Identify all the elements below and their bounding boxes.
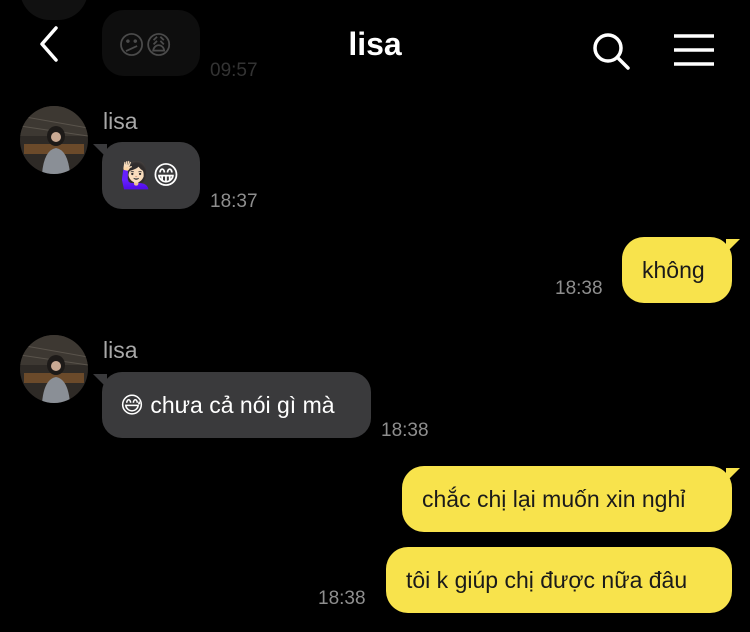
message-time: 18:37	[210, 191, 258, 212]
outgoing-message-bubble[interactable]: chắc chị lại muốn xin nghỉ	[402, 466, 740, 532]
message-text: 🙋🏻‍♀️😁	[120, 160, 180, 190]
sender-name: lisa	[103, 108, 138, 134]
hamburger-menu-icon[interactable]	[672, 32, 716, 68]
chat-title: lisa	[348, 26, 402, 62]
message-text: chắc chị lại muốn xin nghỉ	[422, 485, 686, 512]
incoming-message-bubble[interactable]: 😅 chưa cả nói gì mà	[93, 372, 371, 438]
incoming-message-bubble[interactable]: 🙋🏻‍♀️😁	[93, 142, 200, 209]
message-text: tôi k giúp chị được nữa đâu	[406, 566, 688, 593]
message-time: 18:38	[555, 278, 603, 299]
avatar[interactable]	[20, 335, 88, 403]
outgoing-message-bubble[interactable]: tôi k giúp chị được nữa đâu	[386, 547, 732, 613]
search-icon[interactable]	[590, 30, 632, 72]
sender-name: lisa	[103, 337, 138, 363]
message-text: không	[642, 256, 705, 283]
message-time: 18:38	[381, 420, 429, 441]
avatar[interactable]	[20, 106, 88, 174]
outgoing-message-bubble[interactable]: không	[622, 237, 740, 303]
chat-header: lisa	[0, 0, 750, 92]
message-time: 18:38	[318, 588, 366, 609]
message-text: 😅 chưa cả nói gì mà	[120, 391, 335, 418]
